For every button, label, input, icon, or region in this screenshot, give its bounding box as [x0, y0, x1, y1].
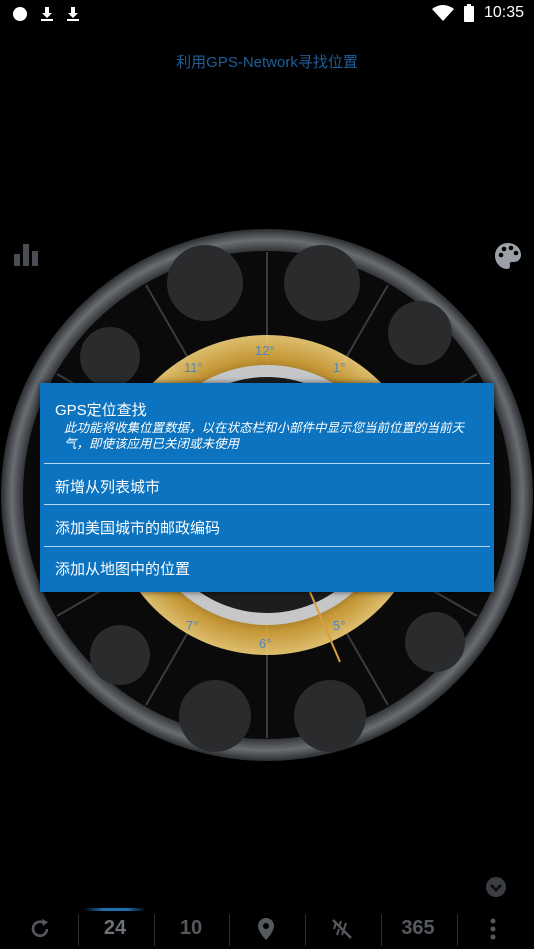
gps-option-description: 此功能将收集位置数据，以在状态栏和小部件中显示您当前位置的当前天气，即使该应用已… — [64, 421, 465, 451]
dial-label-1: 1° — [333, 360, 345, 375]
add-from-map-option[interactable]: 添加从地图中的位置 — [40, 547, 494, 592]
more-vertical-icon — [490, 918, 496, 939]
add-city-from-list-option[interactable]: 新增从列表城市 — [40, 464, 494, 504]
circle-icon — [13, 7, 27, 21]
dial-label-12: 12° — [255, 343, 275, 358]
download-icon — [67, 7, 79, 21]
gps-location-option[interactable]: GPS定位查找 此功能将收集位置数据，以在状态栏和小部件中显示您当前位置的当前天… — [40, 383, 494, 463]
more-menu-button[interactable] — [462, 908, 524, 949]
download-icon — [41, 7, 53, 21]
option-label: 新增从列表城市 — [55, 479, 161, 496]
gps-option-title: GPS定位查找 — [55, 402, 147, 419]
tab-label: 24 — [103, 917, 127, 939]
add-us-zip-option[interactable]: 添加美国城市的邮政编码 — [40, 505, 494, 546]
chevron-down-icon[interactable] — [485, 876, 507, 898]
tab-location[interactable] — [231, 908, 301, 949]
location-pin-icon — [258, 917, 274, 940]
location-hint[interactable]: 利用GPS-Network寻找位置 — [0, 51, 534, 72]
status-bar: 10:35 — [0, 0, 534, 28]
refresh-icon — [31, 918, 49, 937]
status-time: 10:35 — [483, 4, 524, 21]
option-label: 添加美国城市的邮政编码 — [55, 520, 221, 537]
no-rain-icon — [332, 918, 352, 939]
tab-precipitation[interactable] — [307, 908, 377, 949]
refresh-button[interactable] — [10, 908, 70, 949]
option-label: 添加从地图中的位置 — [55, 561, 191, 578]
tab-label: 10 — [179, 917, 203, 939]
battery-icon — [463, 4, 474, 22]
add-location-dialog: GPS定位查找 此功能将收集位置数据，以在状态栏和小部件中显示您当前位置的当前天… — [40, 383, 494, 592]
tab-365-day[interactable]: 365 — [383, 908, 453, 949]
tab-24-hour[interactable]: 24 — [80, 908, 150, 949]
dial-label-7: 7° — [186, 618, 198, 633]
dial-label-6: 6° — [259, 636, 271, 651]
tab-label: 365 — [401, 917, 435, 939]
dial-label-5: 5° — [333, 618, 345, 633]
bottom-tab-bar: 24 10 365 — [0, 908, 534, 949]
dial-label-11: 11° — [184, 360, 203, 375]
wifi-icon — [431, 5, 454, 21]
tab-10-day[interactable]: 10 — [156, 908, 226, 949]
